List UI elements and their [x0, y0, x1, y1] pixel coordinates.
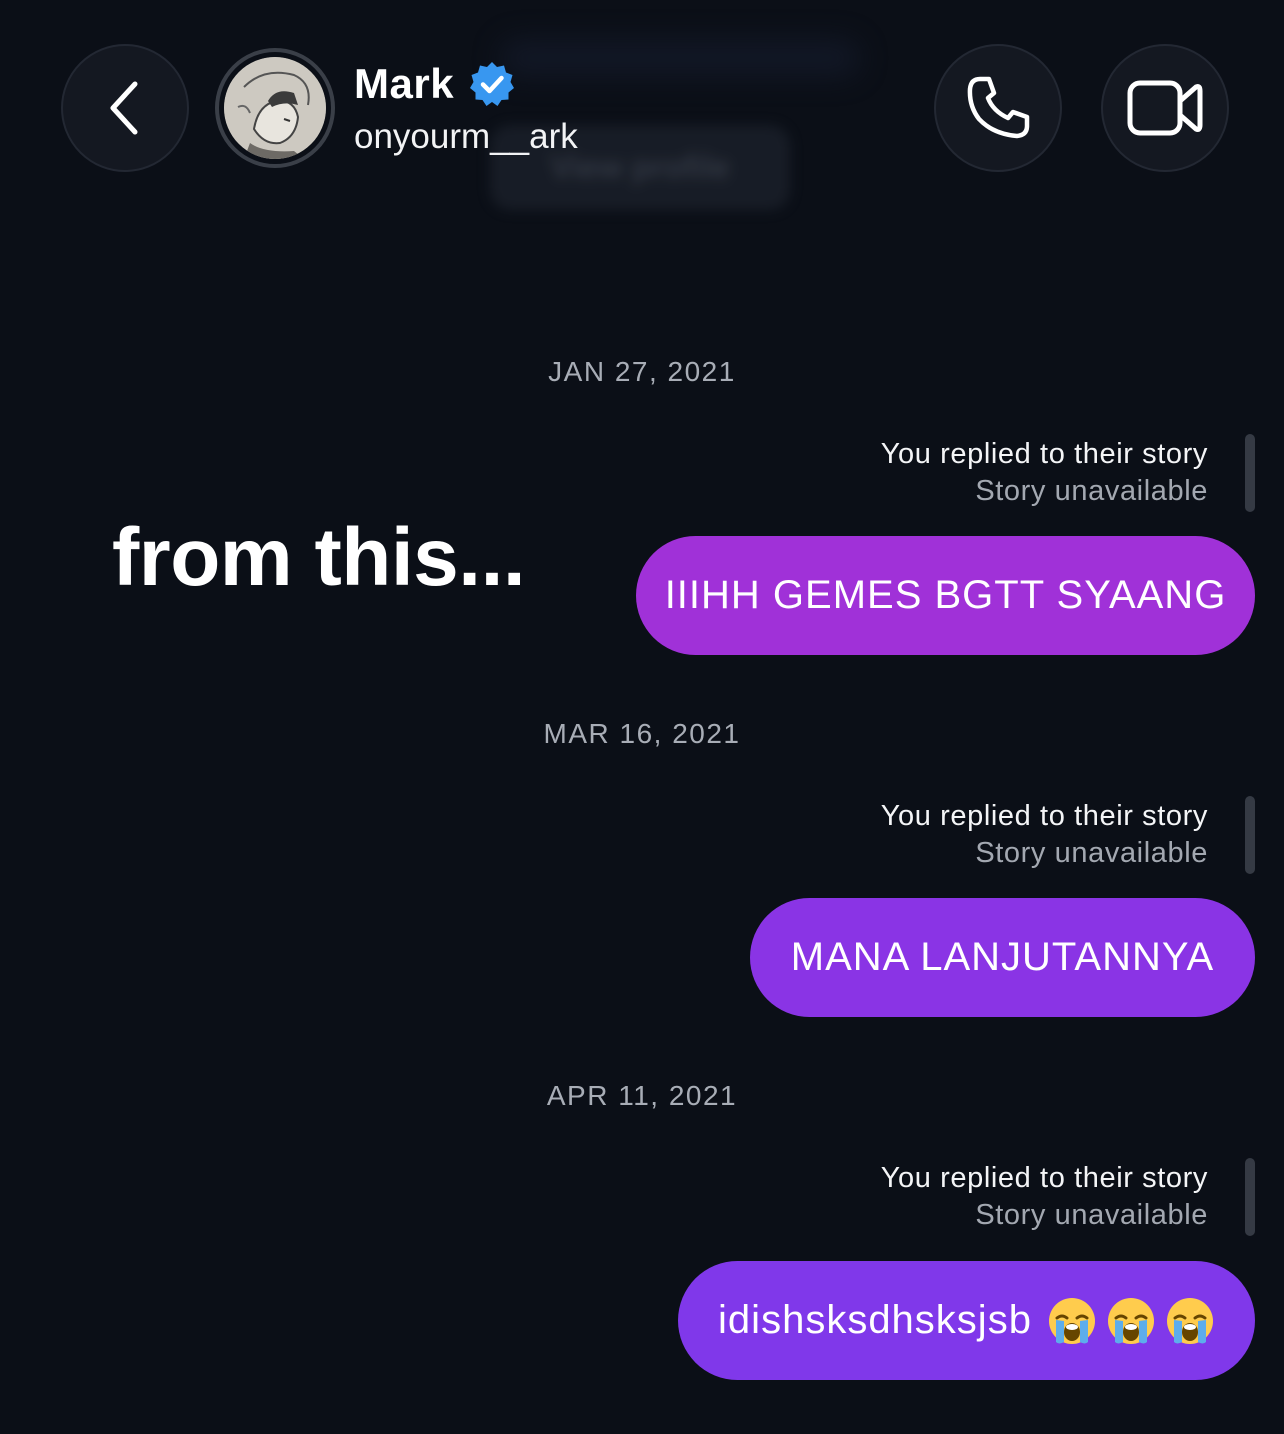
- loudly-crying-face-icon: [1048, 1297, 1095, 1344]
- phone-icon: [967, 76, 1030, 139]
- story-reply-context[interactable]: You replied to their story Story unavail…: [881, 1160, 1208, 1234]
- profile-name-row[interactable]: Mark: [354, 58, 516, 110]
- profile-username: onyourm__ark: [354, 117, 578, 156]
- story-reply-indicator: [1245, 434, 1255, 512]
- avatar-image: [224, 57, 326, 159]
- chevron-left-icon: [110, 81, 138, 135]
- story-reply-indicator: [1245, 1158, 1255, 1236]
- video-call-button[interactable]: [1101, 44, 1229, 172]
- story-reply-title: You replied to their story: [880, 800, 1208, 832]
- story-reply-title: You replied to their story: [880, 1162, 1208, 1194]
- story-unavailable-label: Story unavailable: [975, 837, 1208, 869]
- story-unavailable-label: Story unavailable: [975, 475, 1208, 507]
- story-reply-context[interactable]: You replied to their story Story unavail…: [881, 798, 1208, 872]
- message-text: IIIHH GEMES BGTT SYAANG: [664, 573, 1227, 617]
- message-bubble[interactable]: MANA LANJUTANNYA: [750, 898, 1255, 1017]
- story-unavailable-label: Story unavailable: [975, 1199, 1208, 1231]
- message-text: MANA LANJUTANNYA: [790, 935, 1215, 979]
- message-text: idishsksdhsksjsb: [718, 1298, 1032, 1342]
- video-camera-icon: [1127, 80, 1203, 136]
- date-separator: MAR 16, 2021: [543, 718, 741, 749]
- date-separator: JAN 27, 2021: [548, 356, 736, 387]
- blurred-header-background: [500, 40, 860, 76]
- loudly-crying-face-icon: [1166, 1297, 1213, 1344]
- loudly-crying-face-icon: [1107, 1297, 1154, 1344]
- avatar[interactable]: [215, 48, 335, 168]
- message-bubble[interactable]: IIIHH GEMES BGTT SYAANG: [636, 536, 1255, 655]
- verified-badge-icon: [470, 62, 515, 106]
- story-reply-context[interactable]: You replied to their story Story unavail…: [881, 436, 1208, 510]
- back-button[interactable]: [61, 44, 189, 172]
- message-bubble[interactable]: idishsksdhsksjsb: [678, 1261, 1255, 1380]
- date-separator: APR 11, 2021: [546, 1080, 738, 1111]
- voice-call-button[interactable]: [934, 44, 1062, 172]
- story-reply-indicator: [1245, 796, 1255, 874]
- emoji-group: [1038, 1296, 1215, 1346]
- profile-name: Mark: [354, 60, 455, 107]
- overlay-caption: from this...: [112, 512, 526, 603]
- chat-screen: View profile Mark onyourm__ark from this…: [0, 0, 1284, 1434]
- story-reply-title: You replied to their story: [880, 438, 1208, 470]
